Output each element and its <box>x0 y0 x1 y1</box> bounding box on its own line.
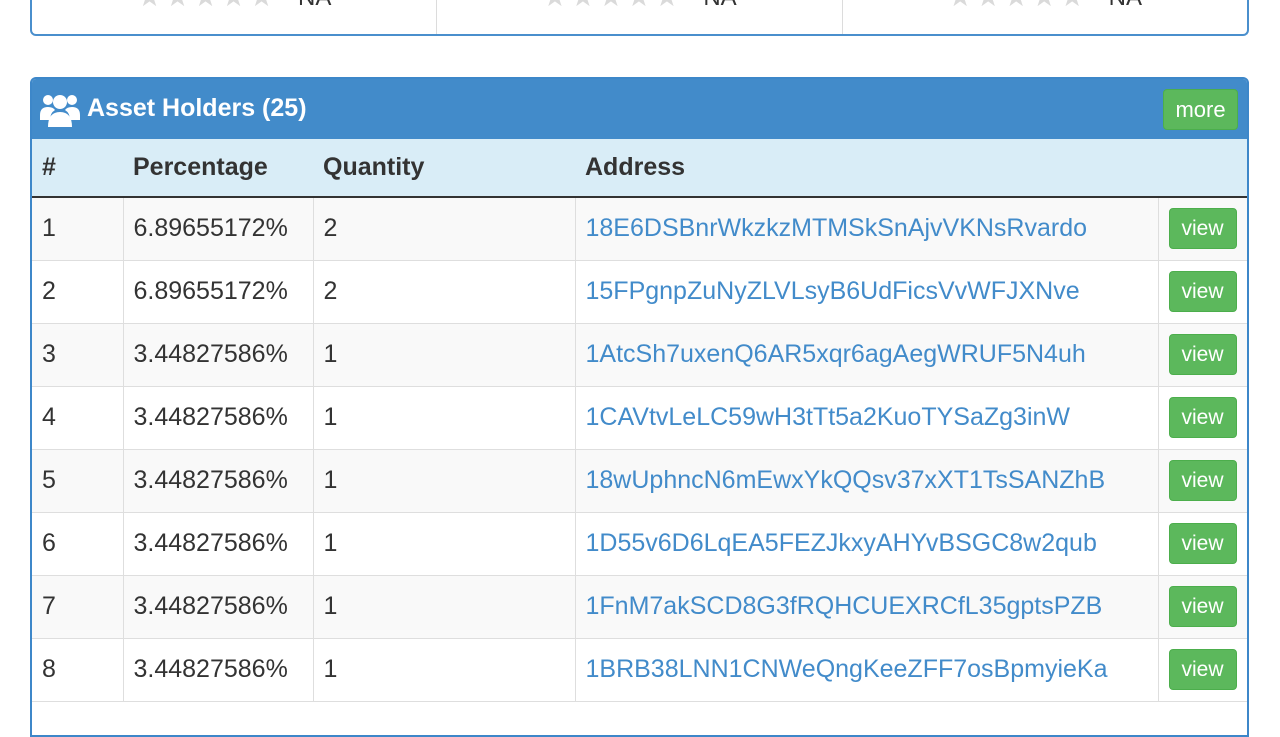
star-icon: ★ <box>598 0 622 6</box>
view-button[interactable]: view <box>1168 523 1237 564</box>
cell-action: view <box>1158 386 1247 450</box>
star-icon: ★ <box>1004 0 1028 6</box>
address-link[interactable]: 1CAVtvLeLC59wH3tTt5a2KuoTYSaZg3inW <box>575 386 1159 450</box>
rating-cell: ★ ★ ★ ★ ★ NA <box>32 0 438 34</box>
star-icon: ★ <box>165 0 189 6</box>
view-button[interactable]: view <box>1168 208 1237 250</box>
star-icon: ★ <box>193 0 217 6</box>
address-link[interactable]: 18wUphncN6mEwxYkQQsv37xXT1TsSANZhB <box>575 449 1159 513</box>
view-button[interactable]: view <box>1168 397 1237 438</box>
table-row: 3 3.44827586% 1 1AtcSh7uxenQ6AR5xqr6agAegWR… <box>32 323 1247 387</box>
address-link[interactable]: 18E6DSBnrWkzkzMTMSkSnAjvVKNsRvardo <box>575 197 1159 261</box>
cell-num: 5 <box>32 449 124 513</box>
rating-value: NA <box>298 0 331 12</box>
address-link[interactable]: 15FPgnpZuNyZLVLsyB6UdFicsVvWFJXNve <box>575 260 1159 324</box>
star-icon: ★ <box>626 0 650 6</box>
cell-action: view <box>1158 260 1247 324</box>
table-row: 6 3.44827586% 1 1D55v6D6LqEA5FEZJkxyAHYvBSG… <box>32 512 1247 576</box>
cell-num: 6 <box>32 512 124 576</box>
column-header-quantity: Quantity <box>313 139 575 198</box>
cell-percentage: 6.89655172% <box>123 197 314 261</box>
cell-percentage: 3.44827586% <box>123 638 314 702</box>
table-row: 4 3.44827586% 1 1CAVtvLeLC59wH3tTt5a2KuoTYS… <box>32 386 1247 450</box>
address-link[interactable]: 1FnM7akSCD8G3fRQHCUEXRCfL35gptsPZB <box>575 575 1159 639</box>
panel-heading: Asset Holders (25) more <box>32 79 1247 139</box>
cell-percentage: 3.44827586% <box>123 323 314 387</box>
rating-value: NA <box>703 0 736 12</box>
view-button[interactable]: view <box>1168 460 1237 501</box>
cell-percentage: 3.44827586% <box>123 386 314 450</box>
cell-quantity: 2 <box>313 197 576 261</box>
cell-num: 1 <box>32 197 124 261</box>
rating-value: NA <box>1109 0 1142 12</box>
table-row: 5 3.44827586% 1 18wUphncN6mEwxYkQQsv37xXT1T… <box>32 449 1247 513</box>
view-button[interactable]: view <box>1168 334 1237 375</box>
cell-percentage: 6.89655172% <box>123 260 314 324</box>
cell-action: view <box>1158 197 1247 261</box>
cell-percentage: 3.44827586% <box>123 449 314 513</box>
cell-num: 8 <box>32 638 124 702</box>
cell-quantity: 1 <box>313 386 576 450</box>
cell-num: 2 <box>32 260 124 324</box>
cell-quantity: 1 <box>313 449 576 513</box>
cell-action: view <box>1158 449 1247 513</box>
cell-quantity: 2 <box>313 260 576 324</box>
cell-action: view <box>1158 512 1247 576</box>
view-button[interactable]: view <box>1168 271 1237 312</box>
cell-action: view <box>1158 638 1247 702</box>
view-button[interactable]: view <box>1168 586 1237 627</box>
star-icon: ★ <box>1032 0 1056 6</box>
cell-quantity: 1 <box>313 323 576 387</box>
table-header-row: # Percentage Quantity Address <box>32 139 1247 198</box>
address-link[interactable]: 1AtcSh7uxenQ6AR5xqr6agAegWRUF5N4uh <box>575 323 1159 387</box>
more-button[interactable]: more <box>1163 89 1238 130</box>
star-icon: ★ <box>948 0 972 6</box>
cell-quantity: 1 <box>313 575 576 639</box>
star-icon: ★ <box>654 0 678 6</box>
star-rating[interactable]: ★ ★ ★ ★ ★ <box>542 0 678 6</box>
star-icon: ★ <box>249 0 273 6</box>
cell-num: 3 <box>32 323 124 387</box>
asset-holders-panel: Asset Holders (25) more # Percentage Qua… <box>30 77 1249 737</box>
cell-action: view <box>1158 575 1247 639</box>
panel-title: Asset Holders (25) <box>87 94 307 122</box>
view-button[interactable]: view <box>1168 649 1237 690</box>
column-header-address: Address <box>575 139 1158 198</box>
star-icon: ★ <box>976 0 1000 6</box>
table-row: 2 6.89655172% 2 15FPgnpZuNyZLVLsyB6UdFicsVv… <box>32 260 1247 324</box>
cell-action: view <box>1158 323 1247 387</box>
star-icon: ★ <box>542 0 566 6</box>
star-rating[interactable]: ★ ★ ★ ★ ★ <box>137 0 273 6</box>
address-link[interactable]: 1D55v6D6LqEA5FEZJkxyAHYvBSGC8w2qub <box>575 512 1159 576</box>
star-icon: ★ <box>137 0 161 6</box>
rating-panel: ★ ★ ★ ★ ★ NA ★ ★ ★ ★ ★ NA ★ ★ ★ ★ ★ NA <box>30 0 1249 36</box>
cell-quantity: 1 <box>313 638 576 702</box>
column-header-num: # <box>32 139 123 198</box>
rating-cell: ★ ★ ★ ★ ★ NA <box>437 0 843 34</box>
cell-percentage: 3.44827586% <box>123 575 314 639</box>
rating-cell: ★ ★ ★ ★ ★ NA <box>843 0 1247 34</box>
users-icon <box>40 95 80 127</box>
star-icon: ★ <box>570 0 594 6</box>
address-link[interactable]: 1BRB38LNN1CNWeQngKeeZFF7osBpmyieKa <box>575 638 1159 702</box>
cell-percentage: 3.44827586% <box>123 512 314 576</box>
holders-table: # Percentage Quantity Address 1 6.8965517… <box>32 139 1247 702</box>
cell-num: 7 <box>32 575 124 639</box>
star-rating[interactable]: ★ ★ ★ ★ ★ <box>948 0 1084 6</box>
table-row: 8 3.44827586% 1 1BRB38LNN1CNWeQngKeeZFF7osB… <box>32 638 1247 702</box>
table-row: 7 3.44827586% 1 1FnM7akSCD8G3fRQHCUEXRCfL35… <box>32 575 1247 639</box>
table-row: 1 6.89655172% 2 18E6DSBnrWkzkzMTMSkSnAjvVKN… <box>32 197 1247 261</box>
column-header-action <box>1158 139 1247 198</box>
cell-num: 4 <box>32 386 124 450</box>
star-icon: ★ <box>221 0 245 6</box>
cell-quantity: 1 <box>313 512 576 576</box>
star-icon: ★ <box>1060 0 1084 6</box>
column-header-percentage: Percentage <box>123 139 313 198</box>
